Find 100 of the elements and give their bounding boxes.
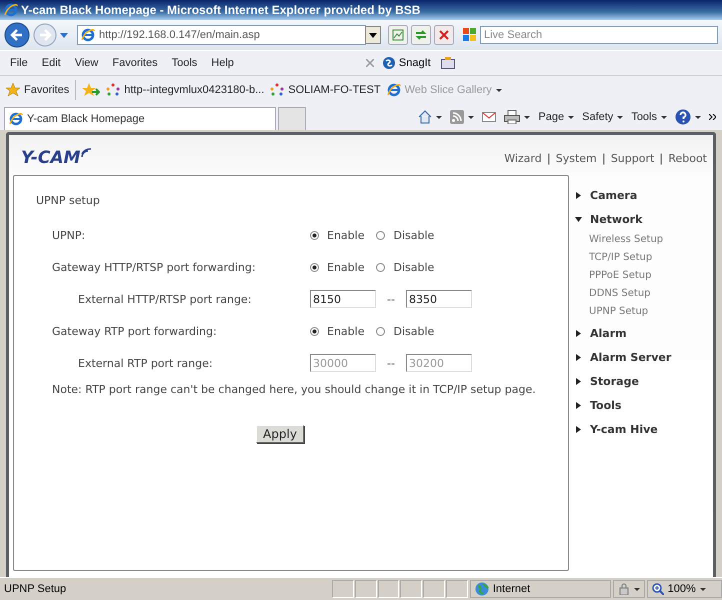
browser-icon [4, 3, 18, 17]
back-button[interactable] [4, 22, 30, 48]
sidebar-subitem[interactable]: TCP/IP Setup [575, 249, 713, 267]
star-icon [6, 83, 20, 97]
sidebar-item[interactable]: Y-cam Hive [575, 417, 713, 441]
dots-icon [270, 83, 284, 97]
command-button[interactable]: Page [538, 111, 574, 123]
caret-icon [695, 116, 701, 118]
menu-item[interactable]: Tools [166, 57, 206, 69]
favorites-button[interactable]: Favorites [6, 83, 70, 97]
camera-icon[interactable] [440, 57, 455, 69]
print-button[interactable] [504, 110, 530, 124]
port-field[interactable]: 8350 [406, 290, 472, 308]
sidebar-subitem[interactable]: Wireless Setup [575, 231, 713, 249]
caret-icon [568, 116, 574, 118]
menu-item[interactable]: Edit [36, 57, 69, 69]
range-separator: -- [387, 292, 395, 306]
sidebar-item[interactable]: Network [575, 207, 713, 231]
menu-item[interactable]: View [68, 57, 106, 69]
printer-icon [504, 110, 520, 124]
radio-label: Disable [393, 324, 434, 338]
menu-item[interactable]: Help [205, 57, 242, 69]
sidebar-subitem[interactable]: PPPoE Setup [575, 267, 713, 285]
radio-label: Disable [393, 260, 434, 274]
nav-link[interactable]: Support [610, 152, 654, 164]
radio-button[interactable] [376, 326, 386, 336]
radio-label: Enable [327, 228, 364, 242]
dropdown-button[interactable] [365, 26, 381, 44]
field-label: External HTTP/RTSP port range: [78, 292, 252, 306]
caret-icon [661, 116, 667, 118]
logo: Y-CAM [21, 148, 94, 168]
address-field[interactable]: http://192.168.0.147/en/main.asp [77, 25, 366, 45]
radio-button[interactable] [310, 230, 319, 240]
sidebar-item[interactable]: Alarm [575, 321, 713, 345]
lock-icon [618, 583, 630, 595]
separator: | [659, 152, 664, 164]
chevron-icon[interactable] [709, 114, 716, 120]
caret-icon [496, 88, 502, 92]
status-pane [423, 580, 446, 598]
compatibility-button[interactable] [388, 25, 408, 45]
status-pane [354, 580, 377, 598]
sidebar-item[interactable]: Tools [575, 393, 713, 417]
caret-icon [468, 116, 474, 118]
command-button[interactable]: Tools [631, 111, 667, 123]
home-button[interactable] [418, 110, 442, 124]
favorite-link[interactable]: SOLIAM-FO-TEST [270, 83, 381, 97]
caret-icon [524, 116, 530, 118]
browser-tab[interactable]: Y-cam Black Homepage [4, 107, 276, 130]
radio-label: Enable [327, 260, 364, 274]
port-field[interactable]: 8150 [310, 290, 376, 308]
security-zone: Internet [470, 580, 611, 598]
separator: | [602, 152, 606, 164]
radio-label: Enable [327, 324, 364, 338]
status-pane [378, 580, 400, 598]
mail-icon[interactable] [482, 112, 496, 122]
radio-button[interactable] [310, 326, 319, 336]
sidebar-subitem[interactable]: DDNS Setup [575, 285, 713, 303]
sidebar-item[interactable]: Alarm Server [575, 345, 713, 369]
dots-icon [106, 83, 120, 97]
swirl-icon [382, 56, 396, 70]
radio-button[interactable] [310, 262, 319, 272]
note-text: Note: RTP port range can't be changed here, you should change it in TCP/IP setup page. [51, 383, 537, 397]
menu-item[interactable]: File [4, 57, 36, 69]
field-label: Gateway HTTP/RTSP port forwarding: [52, 260, 257, 274]
favorite-link[interactable]: http--integvmlux0423180-b... [106, 83, 264, 97]
separator: | [546, 152, 551, 164]
zoom-icon [652, 583, 664, 595]
protected-mode-button[interactable] [612, 580, 645, 598]
radio-button[interactable] [376, 230, 386, 240]
feeds-button[interactable] [450, 110, 474, 124]
search-field[interactable]: Live Search [480, 26, 718, 44]
status-pane [446, 580, 468, 598]
nav-link[interactable]: System [556, 152, 597, 164]
browser-icon [81, 28, 95, 42]
apply-button[interactable]: Apply [256, 425, 304, 443]
help-button[interactable] [675, 109, 701, 125]
wifi-signal-icon [81, 148, 94, 158]
snagit-button[interactable]: SnagIt [382, 56, 431, 70]
window-title: Y-cam Black Homepage - Microsoft Internet Explorer provided by BSB [21, 3, 420, 17]
nav-link[interactable]: Reboot [668, 152, 707, 164]
field-label: Gateway RTP port forwarding: [52, 324, 218, 338]
dropdown-icon[interactable] [60, 32, 68, 38]
nav-link[interactable]: Wizard [504, 152, 542, 164]
stop-button[interactable] [434, 25, 454, 45]
field-label: External RTP port range: [78, 356, 214, 370]
add-favorite-icon[interactable] [82, 83, 100, 97]
sidebar-item[interactable]: Storage [575, 369, 713, 393]
globe-icon [474, 582, 489, 596]
status-pane [332, 580, 354, 598]
zoom-button[interactable]: 100% [646, 580, 722, 598]
refresh-button[interactable] [411, 25, 431, 45]
browser-icon [386, 83, 401, 97]
radio-button[interactable] [376, 262, 386, 272]
range-separator: -- [387, 356, 395, 370]
menu-item[interactable]: Favorites [106, 57, 166, 69]
sidebar-subitem[interactable]: UPNP Setup [575, 303, 713, 321]
command-button[interactable]: Safety [582, 111, 624, 123]
section-title: UPNP setup [36, 194, 101, 207]
house-icon [418, 110, 432, 124]
sidebar-item[interactable]: Camera [575, 183, 713, 207]
